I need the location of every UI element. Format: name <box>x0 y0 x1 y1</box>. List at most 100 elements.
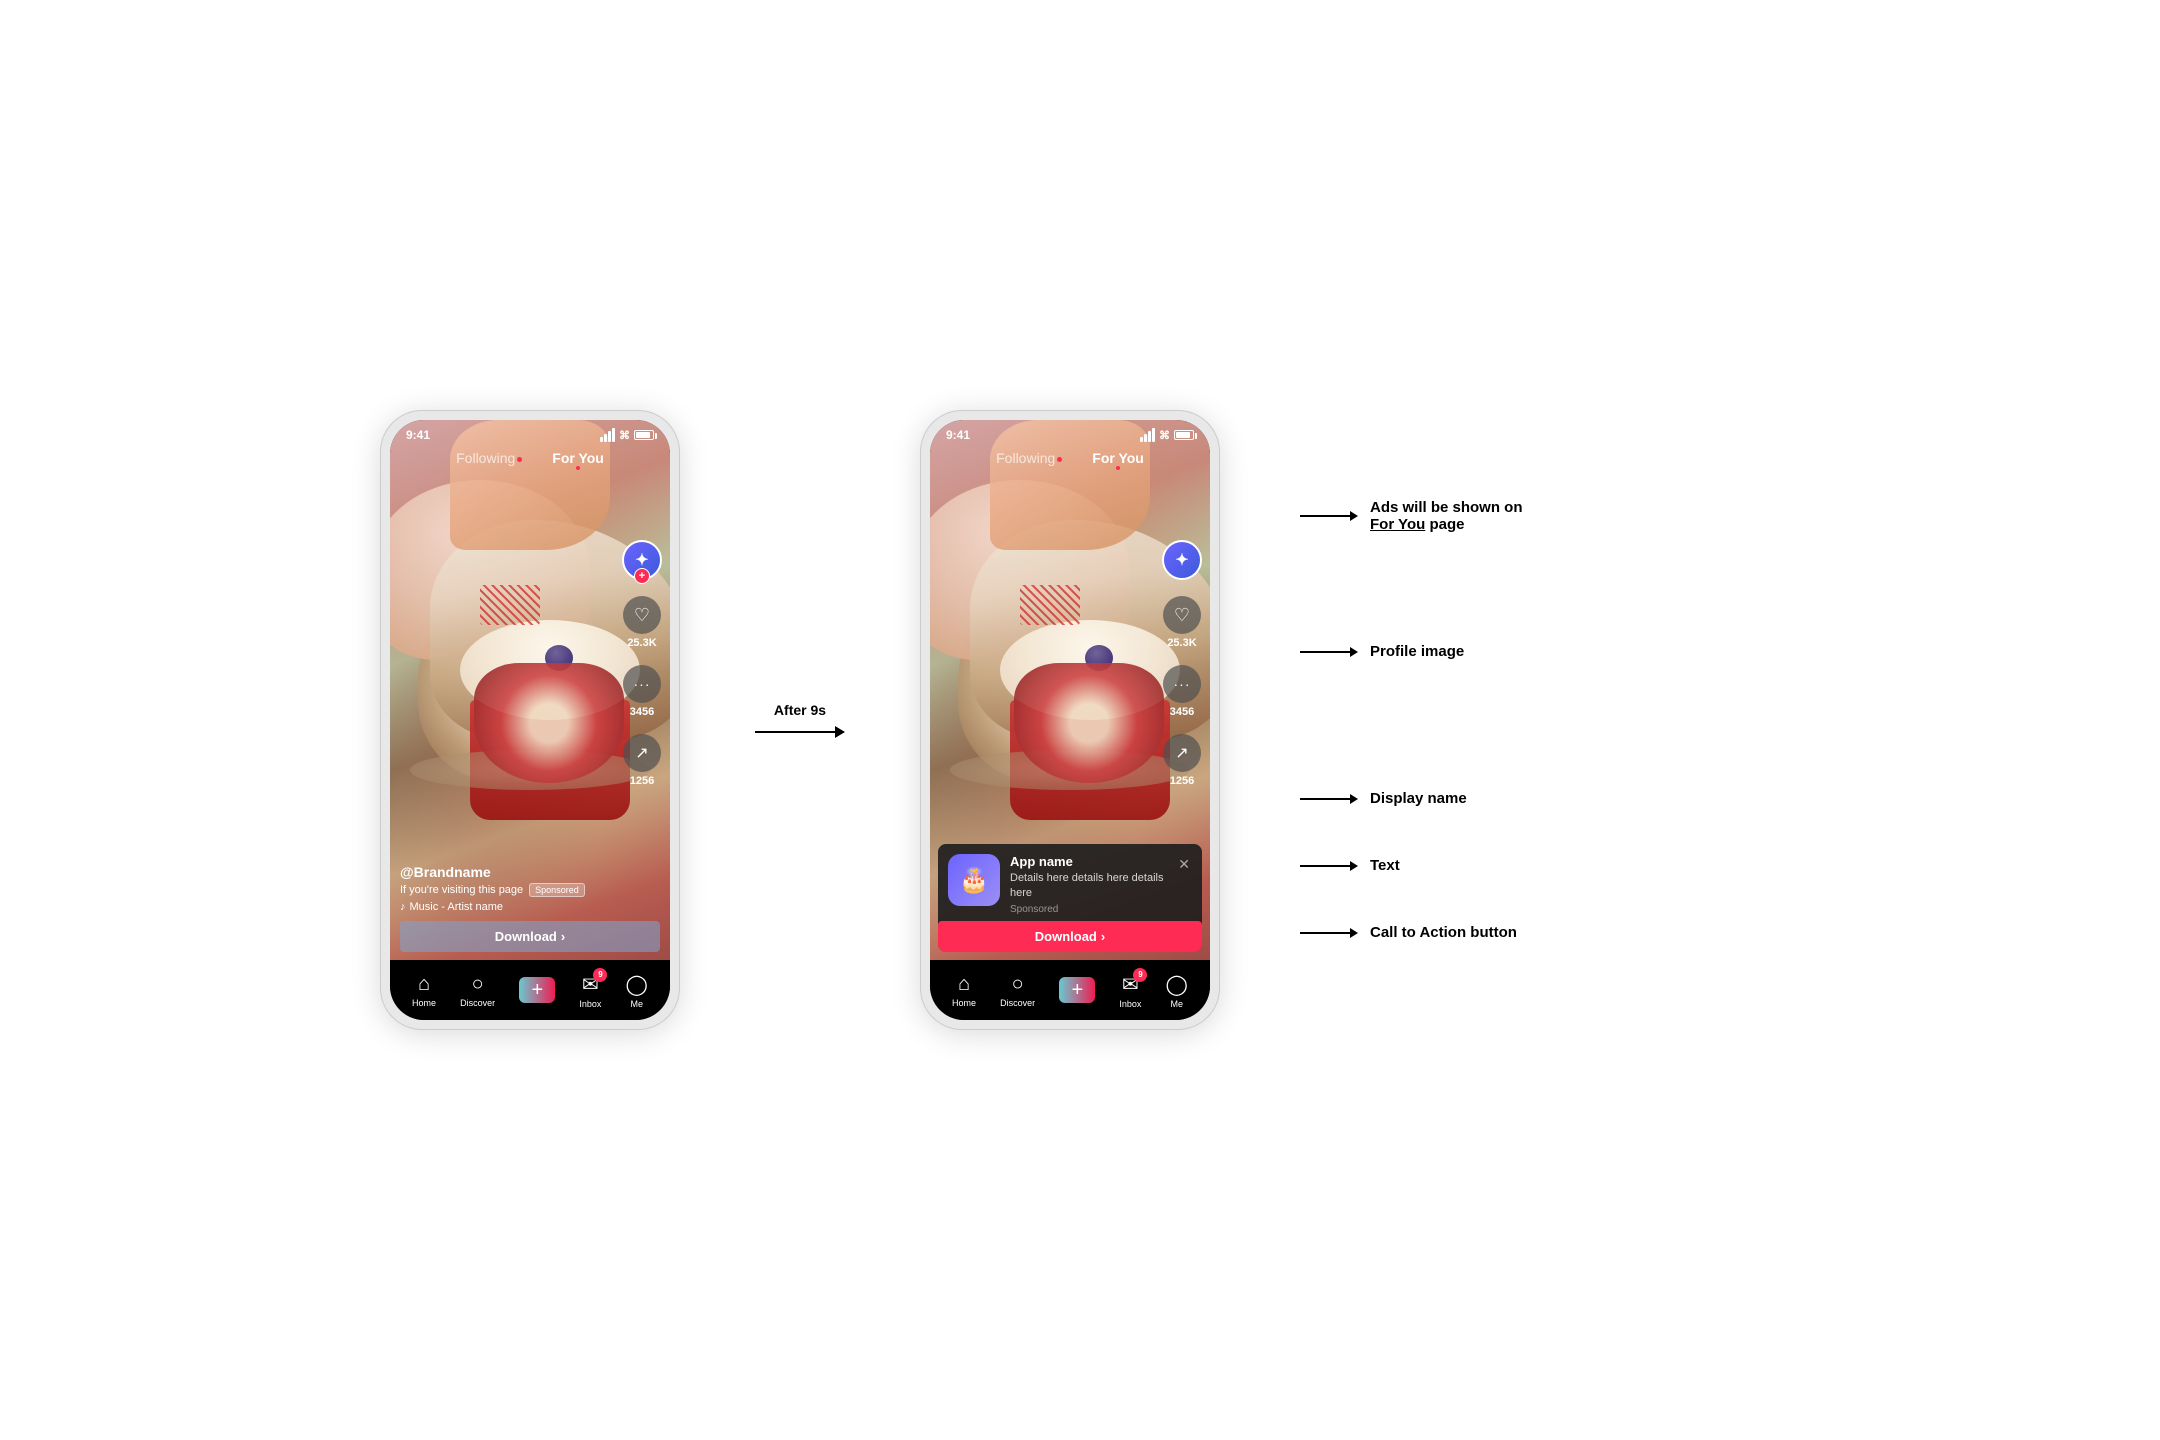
nav-inbox-2[interactable]: ✉ 9 Inbox <box>1119 972 1141 1009</box>
music-row: ♪ Music - Artist name <box>400 901 660 913</box>
heart-icon: ♡ <box>634 605 650 626</box>
profile-avatar: ✦ + <box>622 540 662 580</box>
tab-following-2[interactable]: Following <box>996 450 1062 466</box>
like-count: 25.3K <box>627 637 656 649</box>
nav-tabs: Following For You <box>390 446 670 474</box>
tab-for-you-2[interactable]: For You <box>1092 450 1144 466</box>
discover-label-2: Discover <box>1000 998 1035 1008</box>
ann-shaft-2 <box>1300 651 1350 653</box>
ad-sponsored-label: Sponsored <box>1010 904 1166 915</box>
right-actions: ✦ + ♡ 25.3K ··· 3456 <box>622 540 662 787</box>
status-icons: ⌘ <box>600 428 654 442</box>
heart-icon-2: ♡ <box>1174 605 1190 626</box>
tiktok-logo-icon-2: ✦ <box>1175 550 1188 570</box>
nav-discover-2[interactable]: ○ Discover <box>1000 973 1035 1008</box>
signal-bar-2 <box>604 434 607 442</box>
bottom-overlay: @Brandname If you're visiting this page … <box>390 864 670 960</box>
discover-icon: ○ <box>472 973 484 996</box>
ad-app-name: App name <box>1010 854 1166 869</box>
ann-head-1 <box>1350 511 1358 521</box>
ad-cta-chevron: › <box>1101 929 1105 944</box>
annotations-section: Ads will be shown on For You page Profil… <box>1280 499 1523 941</box>
ann-head-3 <box>1350 794 1358 804</box>
ad-info: App name Details here details here detai… <box>1010 854 1166 915</box>
cta-download-button[interactable]: Download › <box>400 921 660 952</box>
sponsored-badge: Sponsored <box>529 883 585 897</box>
signal-bar-3 <box>608 431 611 442</box>
phone-before: 9:41 ⌘ Following For You <box>380 410 680 1030</box>
inbox-label: Inbox <box>579 999 601 1009</box>
display-name-label: Display name <box>1370 790 1467 807</box>
like-button[interactable]: ♡ <box>623 596 661 634</box>
battery-icon <box>634 430 654 440</box>
ad-cta-label: Download <box>1035 929 1097 944</box>
annotation-display-name: Display name <box>1300 790 1523 807</box>
comment-action-2[interactable]: ··· 3456 <box>1163 665 1201 718</box>
nav-inbox[interactable]: ✉ 9 Inbox <box>579 972 601 1009</box>
like-action-2[interactable]: ♡ 25.3K <box>1163 596 1201 649</box>
share-action-2[interactable]: ↗ 1256 <box>1163 734 1201 787</box>
signal-bar-4 <box>612 428 615 442</box>
ads-placement-suffix: page <box>1425 516 1464 533</box>
comment-button[interactable]: ··· <box>623 665 661 703</box>
me-label-2: Me <box>1170 999 1183 1009</box>
tab-for-you[interactable]: For You <box>552 450 604 466</box>
ann-shaft-3 <box>1300 798 1350 800</box>
annotation-arrow-1 <box>1300 511 1358 521</box>
right-actions-2: ✦ ♡ 25.3K ··· 3456 ↗ <box>1162 540 1202 787</box>
comment-icon: ··· <box>634 676 651 692</box>
wifi-icon-2: ⌘ <box>1159 429 1170 442</box>
signal-bars <box>600 428 615 442</box>
signal-bar-2b <box>1144 434 1147 442</box>
like-count-2: 25.3K <box>1167 637 1196 649</box>
share-icon: ↗ <box>635 743 648 763</box>
comment-button-2[interactable]: ··· <box>1163 665 1201 703</box>
like-action[interactable]: ♡ 25.3K <box>623 596 661 649</box>
nav-home[interactable]: ⌂ Home <box>412 973 436 1008</box>
create-button[interactable] <box>519 977 555 1003</box>
following-dot-2 <box>1057 457 1062 462</box>
ad-app-icon: 🎂 <box>948 854 1000 906</box>
annotation-arrow-2 <box>1300 647 1358 657</box>
nav-me[interactable]: ◯ Me <box>626 972 648 1009</box>
ann-shaft-5 <box>1300 932 1350 934</box>
comment-action[interactable]: ··· 3456 <box>623 665 661 718</box>
me-icon-2: ◯ <box>1166 972 1188 997</box>
annotation-text: Text <box>1300 857 1523 874</box>
share-action[interactable]: ↗ 1256 <box>623 734 661 787</box>
ad-close-button[interactable]: ✕ <box>1176 854 1192 875</box>
music-icon: ♪ <box>400 901 406 913</box>
inbox-badge: 9 <box>593 968 607 982</box>
cta-label-annotation: Call to Action button <box>1370 924 1517 941</box>
annotation-arrow-3 <box>1300 794 1358 804</box>
profile-image-label: Profile image <box>1370 643 1464 660</box>
home-label-2: Home <box>952 998 976 1008</box>
tab-following[interactable]: Following <box>456 450 522 466</box>
phone-after: 9:41 ⌘ Following For You <box>920 410 1220 1030</box>
ads-placement-line2: For You page <box>1370 516 1523 533</box>
nav-tabs-2: Following For You <box>930 446 1210 474</box>
annotation-cta: Call to Action button <box>1300 924 1523 941</box>
profile-action-2[interactable]: ✦ <box>1162 540 1202 580</box>
like-button-2[interactable]: ♡ <box>1163 596 1201 634</box>
share-button-2[interactable]: ↗ <box>1163 734 1201 772</box>
profile-action[interactable]: ✦ + <box>622 540 662 580</box>
arrow-shaft <box>755 731 835 733</box>
nav-discover[interactable]: ○ Discover <box>460 973 495 1008</box>
nav-me-2[interactable]: ◯ Me <box>1166 972 1188 1009</box>
status-icons-2: ⌘ <box>1140 428 1194 442</box>
nav-create[interactable] <box>519 977 555 1003</box>
status-time-2: 9:41 <box>946 428 970 442</box>
ad-cta-button[interactable]: Download › <box>938 921 1202 952</box>
music-text: Music - Artist name <box>410 901 504 913</box>
create-button-2[interactable] <box>1059 977 1095 1003</box>
nav-home-2[interactable]: ⌂ Home <box>952 973 976 1008</box>
share-button[interactable]: ↗ <box>623 734 661 772</box>
caption-row: If you're visiting this page Sponsored <box>400 883 660 897</box>
caption-text: If you're visiting this page <box>400 884 523 896</box>
battery-icon-2 <box>1174 430 1194 440</box>
annotation-arrow-4 <box>1300 861 1358 871</box>
comment-count-2: 3456 <box>1170 706 1194 718</box>
discover-label: Discover <box>460 998 495 1008</box>
nav-create-2[interactable] <box>1059 977 1095 1003</box>
